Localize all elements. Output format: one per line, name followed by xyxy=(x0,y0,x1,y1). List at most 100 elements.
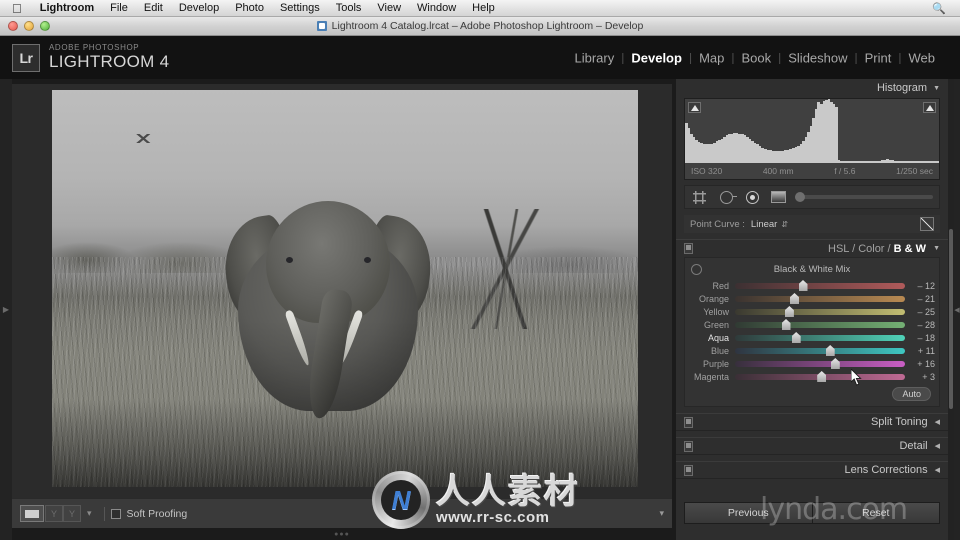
shadow-clipping-icon[interactable] xyxy=(688,102,701,113)
chevron-down-icon[interactable]: ▼ xyxy=(933,85,940,92)
module-develop[interactable]: Develop xyxy=(624,50,689,65)
bw-slider-row-green[interactable]: Green – 28 xyxy=(685,318,939,331)
photo-vignette xyxy=(52,90,638,487)
bw-slider-value-purple[interactable]: + 16 xyxy=(905,359,935,369)
bw-slider-track-green[interactable] xyxy=(735,319,905,330)
detail-panel-header[interactable]: Detail ◀ xyxy=(676,437,948,455)
menu-lightroom[interactable]: Lightroom xyxy=(32,2,102,14)
bw-slider-row-aqua[interactable]: Aqua – 18 xyxy=(685,331,939,344)
bw-slider-knob-yellow[interactable] xyxy=(784,306,794,317)
menu-help[interactable]: Help xyxy=(464,2,503,14)
reset-button[interactable]: Reset xyxy=(811,503,939,523)
loupe-view-icon[interactable] xyxy=(20,505,44,522)
menu-develop[interactable]: Develop xyxy=(171,2,227,14)
histogram-display[interactable]: ISO 320 400 mm f / 5.6 1/250 sec xyxy=(684,98,940,180)
bw-slider-knob-aqua[interactable] xyxy=(791,332,801,343)
histogram-panel-header[interactable]: Histogram ▼ xyxy=(676,79,948,97)
tone-curve-target-icon[interactable] xyxy=(920,217,934,231)
menu-file[interactable]: File xyxy=(102,2,136,14)
bw-slider-track-red[interactable] xyxy=(735,280,905,291)
lightroom-window:  Lightroom File Edit Develop Photo Sett… xyxy=(0,0,960,540)
bw-slider-knob-purple[interactable] xyxy=(830,358,840,369)
soft-proofing-checkbox[interactable] xyxy=(110,508,121,519)
module-library[interactable]: Library xyxy=(567,50,621,65)
split-toning-panel-header[interactable]: Split Toning ◀ xyxy=(676,413,948,431)
bw-slider-track-orange[interactable] xyxy=(735,293,905,304)
menu-tools[interactable]: Tools xyxy=(328,2,370,14)
module-slideshow[interactable]: Slideshow xyxy=(781,50,854,65)
panel-switch-icon[interactable] xyxy=(684,416,693,428)
photo-stage[interactable] xyxy=(12,84,672,498)
bw-slider-knob-orange[interactable] xyxy=(790,293,799,304)
scrollbar-thumb[interactable] xyxy=(949,229,953,409)
auto-button[interactable]: Auto xyxy=(892,387,931,401)
chevron-left-icon[interactable]: ◀ xyxy=(935,466,940,474)
bw-slider-track-blue[interactable] xyxy=(735,345,905,356)
bw-slider-knob-green[interactable] xyxy=(781,319,791,330)
panel-switch-icon[interactable] xyxy=(684,440,693,452)
bw-slider-value-orange[interactable]: – 21 xyxy=(905,294,935,304)
previous-button[interactable]: Previous xyxy=(685,503,812,523)
bw-slider-value-aqua[interactable]: – 18 xyxy=(905,333,935,343)
stepper-arrows-icon[interactable]: ⇵ xyxy=(781,220,788,229)
crop-overlay-icon[interactable] xyxy=(691,190,709,205)
module-book[interactable]: Book xyxy=(734,50,778,65)
targeted-adjustment-icon[interactable] xyxy=(691,264,702,275)
bw-slider-row-magenta[interactable]: Magenta + 3 xyxy=(685,370,939,383)
panel-switch-icon[interactable] xyxy=(684,464,693,476)
right-panel-collapse-arrow[interactable]: ◀ xyxy=(954,79,960,540)
bw-slider-track-aqua[interactable] xyxy=(735,332,905,343)
chevron-left-icon[interactable]: ◀ xyxy=(935,442,940,450)
bw-slider-track-yellow[interactable] xyxy=(735,306,905,317)
adjustment-brush-slider[interactable] xyxy=(795,192,933,202)
module-print[interactable]: Print xyxy=(858,50,899,65)
search-icon[interactable]: 🔍 xyxy=(926,2,960,15)
bw-slider-value-blue[interactable]: + 11 xyxy=(905,346,935,356)
tab-bw[interactable]: B & W xyxy=(894,243,926,255)
bw-slider-value-yellow[interactable]: – 25 xyxy=(905,307,935,317)
bw-slider-value-magenta[interactable]: + 3 xyxy=(905,372,935,382)
survey-view-icon[interactable]: Y xyxy=(63,505,81,522)
bw-slider-row-yellow[interactable]: Yellow – 25 xyxy=(685,305,939,318)
photo-container[interactable] xyxy=(52,90,638,487)
compare-view-icon[interactable]: Y xyxy=(45,505,63,522)
bw-slider-track-purple[interactable] xyxy=(735,358,905,369)
filmstrip-collapse-bar[interactable]: ●●● xyxy=(12,528,672,540)
spot-removal-icon[interactable] xyxy=(717,190,737,205)
apple-icon[interactable]:  xyxy=(0,2,32,15)
menu-settings[interactable]: Settings xyxy=(272,2,328,14)
bw-slider-knob-blue[interactable] xyxy=(825,345,835,356)
bw-slider-row-red[interactable]: Red – 12 xyxy=(685,279,939,292)
chevron-down-icon[interactable]: ▼ xyxy=(933,245,940,252)
view-mode-caret-icon[interactable]: ▾ xyxy=(81,508,98,519)
menu-edit[interactable]: Edit xyxy=(136,2,171,14)
lens-corrections-panel-header[interactable]: Lens Corrections ◀ xyxy=(676,461,948,479)
menu-view[interactable]: View xyxy=(369,2,409,14)
black-and-white-mix-panel: Black & White Mix Red – 12 Orange – 21 Yello… xyxy=(684,257,940,407)
menu-photo[interactable]: Photo xyxy=(227,2,272,14)
hsl-panel-header[interactable]: HSL / Color / B & W ▼ xyxy=(676,239,948,257)
os-menu-bar:  Lightroom File Edit Develop Photo Sett… xyxy=(0,0,960,17)
panel-switch-icon[interactable] xyxy=(684,243,693,254)
bw-slider-row-orange[interactable]: Orange – 21 xyxy=(685,292,939,305)
chevron-left-icon[interactable]: ◀ xyxy=(935,418,940,426)
point-curve-value[interactable]: Linear xyxy=(751,219,777,230)
tab-hsl[interactable]: HSL xyxy=(828,243,849,255)
graduated-filter-icon[interactable] xyxy=(769,190,787,205)
bw-slider-value-red[interactable]: – 12 xyxy=(905,281,935,291)
module-map[interactable]: Map xyxy=(692,50,731,65)
bw-slider-row-blue[interactable]: Blue + 11 xyxy=(685,344,939,357)
bw-slider-knob-red[interactable] xyxy=(798,280,808,291)
bw-slider-value-green[interactable]: – 28 xyxy=(905,320,935,330)
bw-slider-label-blue: Blue xyxy=(710,345,729,356)
red-eye-correction-icon[interactable] xyxy=(743,190,761,205)
menu-window[interactable]: Window xyxy=(409,2,464,14)
bw-slider-track-magenta[interactable] xyxy=(735,371,905,382)
tab-color[interactable]: Color xyxy=(858,243,884,255)
bw-slider-row-purple[interactable]: Purple + 16 xyxy=(685,357,939,370)
toolbar-collapse-caret-icon[interactable]: ▾ xyxy=(659,508,664,519)
highlight-clipping-icon[interactable] xyxy=(923,102,936,113)
left-panel-collapse-arrow[interactable]: ▶ xyxy=(0,79,12,540)
bw-slider-knob-magenta[interactable] xyxy=(817,371,827,382)
module-web[interactable]: Web xyxy=(902,50,943,65)
